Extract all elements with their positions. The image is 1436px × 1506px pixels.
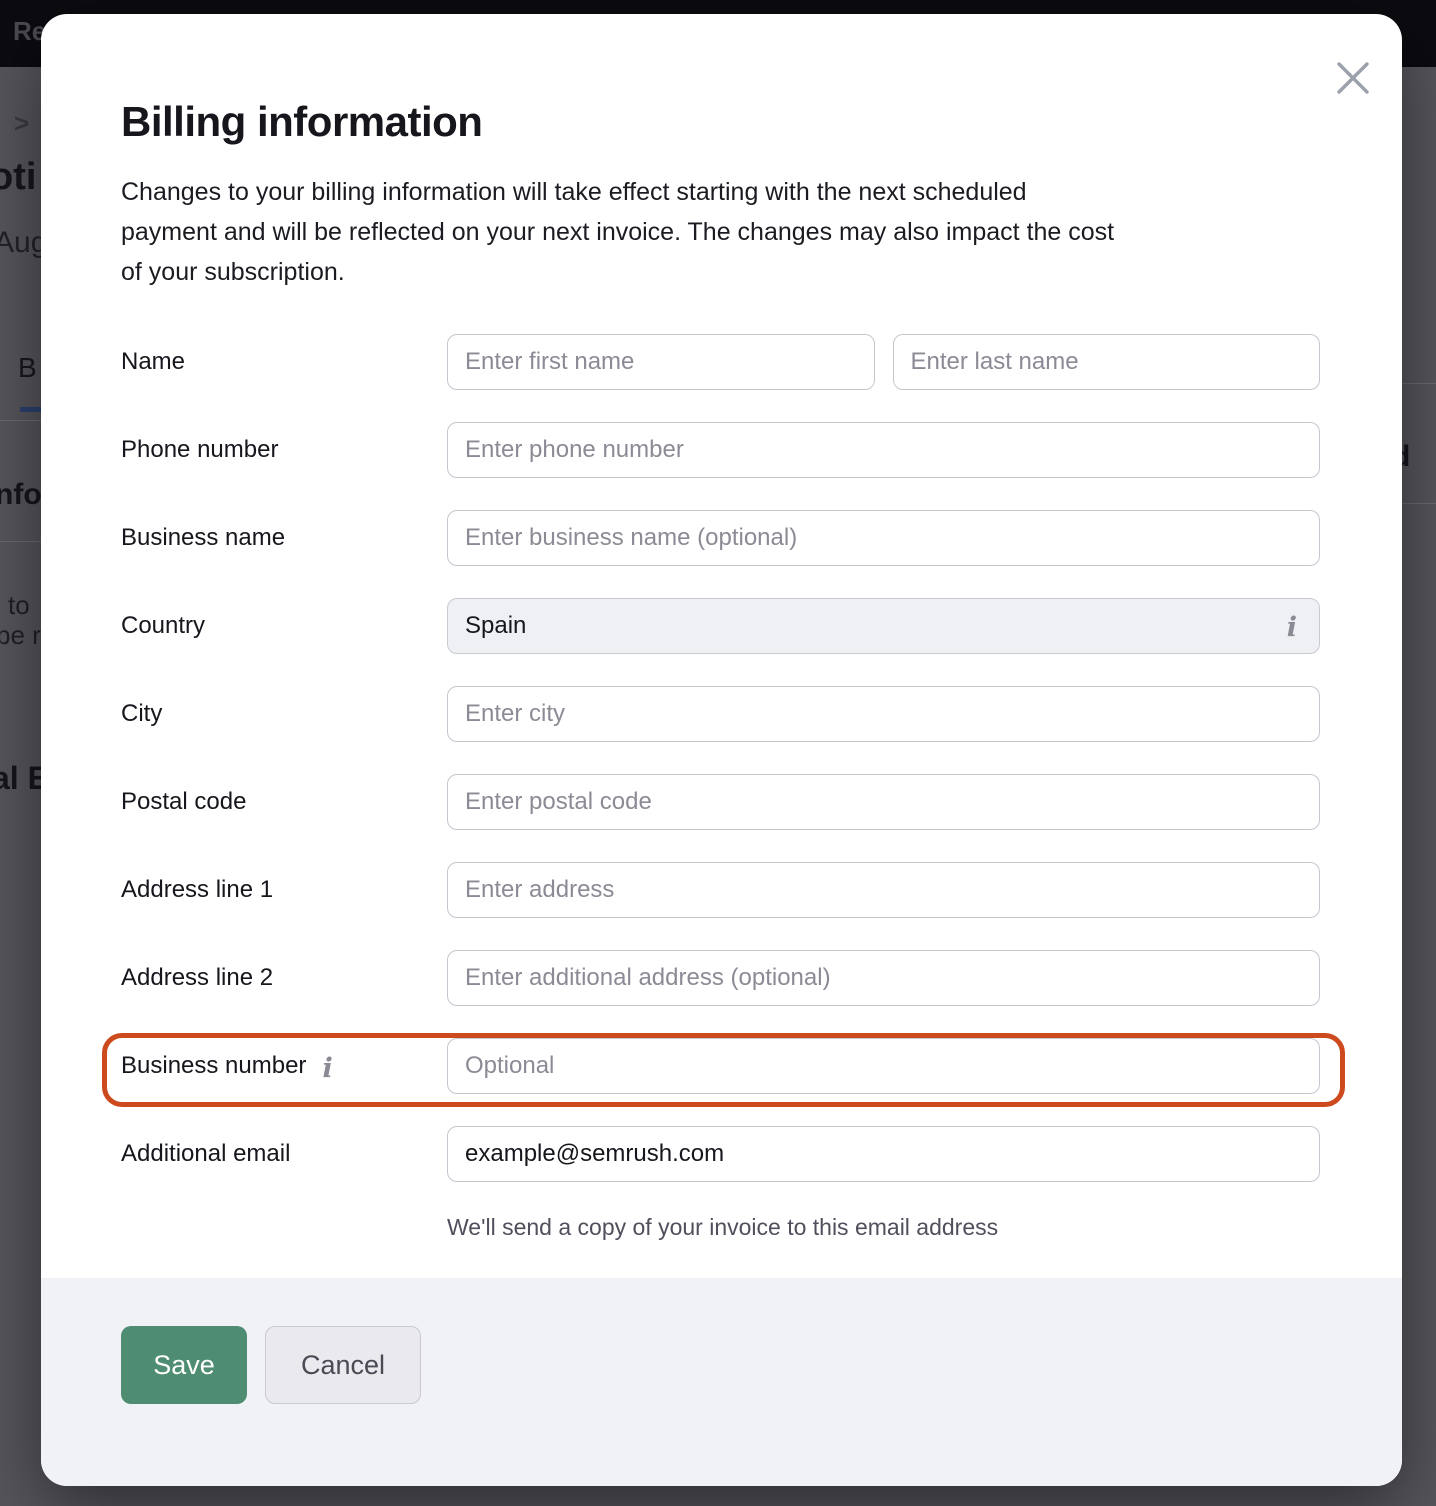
close-button[interactable] bbox=[1332, 57, 1374, 99]
background-divider bbox=[0, 541, 41, 542]
business-name-input[interactable] bbox=[447, 510, 1320, 566]
form-row-additional-email: Additional email bbox=[121, 1126, 1320, 1182]
additional-email-helper-text: We'll send a copy of your invoice to thi… bbox=[447, 1214, 1320, 1241]
form-row-address-2: Address line 2 bbox=[121, 950, 1320, 1006]
breadcrumb-chevron-icon: > bbox=[14, 108, 29, 139]
address-line-2-label: Address line 2 bbox=[121, 964, 447, 992]
country-value: Spain bbox=[465, 612, 526, 640]
close-icon bbox=[1333, 58, 1373, 98]
postal-code-label: Postal code bbox=[121, 788, 447, 816]
form-row-business-number: Business number i bbox=[121, 1038, 1320, 1094]
address-line-2-input[interactable] bbox=[447, 950, 1320, 1006]
cancel-button[interactable]: Cancel bbox=[265, 1326, 421, 1404]
business-name-label: Business name bbox=[121, 524, 447, 552]
background-page-title-fragment: oti bbox=[0, 156, 36, 199]
form-row-name: Name bbox=[121, 334, 1320, 390]
country-select[interactable]: Spain i bbox=[447, 598, 1320, 654]
business-number-info-icon[interactable]: i bbox=[322, 1055, 332, 1082]
modal-description: Changes to your billing information will… bbox=[121, 172, 1331, 292]
form-row-business-name: Business name bbox=[121, 510, 1320, 566]
modal-description-line: payment and will be reflected on your ne… bbox=[121, 212, 1331, 252]
background-section-heading-fragment: nfo bbox=[0, 478, 42, 512]
address-line-1-input[interactable] bbox=[447, 862, 1320, 918]
background-tab-underline bbox=[20, 407, 43, 412]
background-divider bbox=[1402, 383, 1436, 384]
city-label: City bbox=[121, 700, 447, 728]
first-name-input[interactable] bbox=[447, 334, 875, 390]
name-label: Name bbox=[121, 348, 447, 376]
save-button[interactable]: Save bbox=[121, 1326, 247, 1404]
background-divider bbox=[1402, 503, 1436, 504]
form-row-city: City bbox=[121, 686, 1320, 742]
modal-description-line: Changes to your billing information will… bbox=[121, 172, 1331, 212]
form-row-country: Country Spain i bbox=[121, 598, 1320, 654]
background-text-fragment-1: to bbox=[8, 590, 30, 621]
postal-code-input[interactable] bbox=[447, 774, 1320, 830]
country-info-icon[interactable]: i bbox=[1287, 614, 1297, 641]
additional-email-input[interactable] bbox=[447, 1126, 1320, 1182]
billing-information-modal: Billing information Changes to your bill… bbox=[41, 14, 1402, 1486]
form-row-postal-code: Postal code bbox=[121, 774, 1320, 830]
background-tab-fragment: B bbox=[18, 352, 37, 384]
business-number-input[interactable] bbox=[447, 1038, 1320, 1094]
additional-email-label: Additional email bbox=[121, 1140, 447, 1168]
phone-label: Phone number bbox=[121, 436, 447, 464]
form-row-address-1: Address line 1 bbox=[121, 862, 1320, 918]
billing-form: Name Phone number Business name C bbox=[121, 334, 1320, 1241]
country-label: Country bbox=[121, 612, 447, 640]
background-divider bbox=[0, 420, 41, 421]
modal-footer: Save Cancel bbox=[41, 1278, 1402, 1486]
modal-title: Billing information bbox=[121, 98, 482, 146]
city-input[interactable] bbox=[447, 686, 1320, 742]
modal-description-line: of your subscription. bbox=[121, 252, 1331, 292]
background-text-fragment-2: be r bbox=[0, 620, 41, 651]
business-number-label: Business number i bbox=[121, 1052, 447, 1080]
phone-input[interactable] bbox=[447, 422, 1320, 478]
address-line-1-label: Address line 1 bbox=[121, 876, 447, 904]
form-row-phone: Phone number bbox=[121, 422, 1320, 478]
last-name-input[interactable] bbox=[893, 334, 1321, 390]
screen: Re > oti Aug B nfo to be r al E d Billin… bbox=[0, 0, 1436, 1506]
